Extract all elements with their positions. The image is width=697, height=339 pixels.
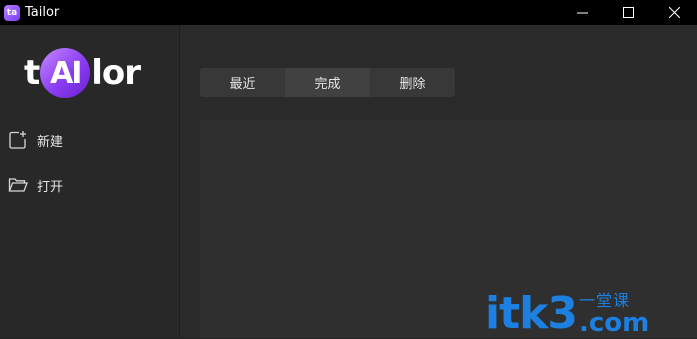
content-panel [200, 120, 697, 338]
maximize-button[interactable] [605, 0, 651, 25]
sidebar-item-label: 打开 [37, 179, 64, 195]
main-area: 最近 完成 删除 [180, 25, 697, 338]
tab-recent[interactable]: 最近 [200, 68, 285, 97]
new-file-icon [8, 130, 28, 150]
tab-completed[interactable]: 完成 [285, 68, 370, 97]
tab-deleted[interactable]: 删除 [370, 68, 455, 97]
minimize-icon [576, 12, 588, 14]
logo-highlight: AI [50, 55, 82, 91]
sidebar: t AI lor 新建 打开 [0, 25, 179, 338]
sidebar-item-new[interactable]: 新建 [8, 128, 63, 152]
minimize-button[interactable] [559, 0, 605, 25]
window-controls [559, 0, 697, 25]
logo-suffix: lor [91, 53, 141, 93]
sidebar-item-label: 新建 [37, 134, 64, 150]
maximize-icon [622, 7, 634, 18]
window-title: Tailor [25, 5, 60, 20]
logo-circle: AI [40, 48, 91, 98]
close-button[interactable] [651, 0, 697, 25]
logo-prefix: t [24, 53, 40, 93]
title-bar: ta Tailor [0, 0, 697, 25]
folder-open-icon [8, 175, 28, 195]
close-icon [668, 7, 680, 18]
tailor-logo: t AI lor [24, 43, 154, 103]
app-icon: ta [4, 4, 20, 21]
tab-bar: 最近 完成 删除 [200, 68, 455, 97]
sidebar-item-open[interactable]: 打开 [8, 173, 63, 197]
